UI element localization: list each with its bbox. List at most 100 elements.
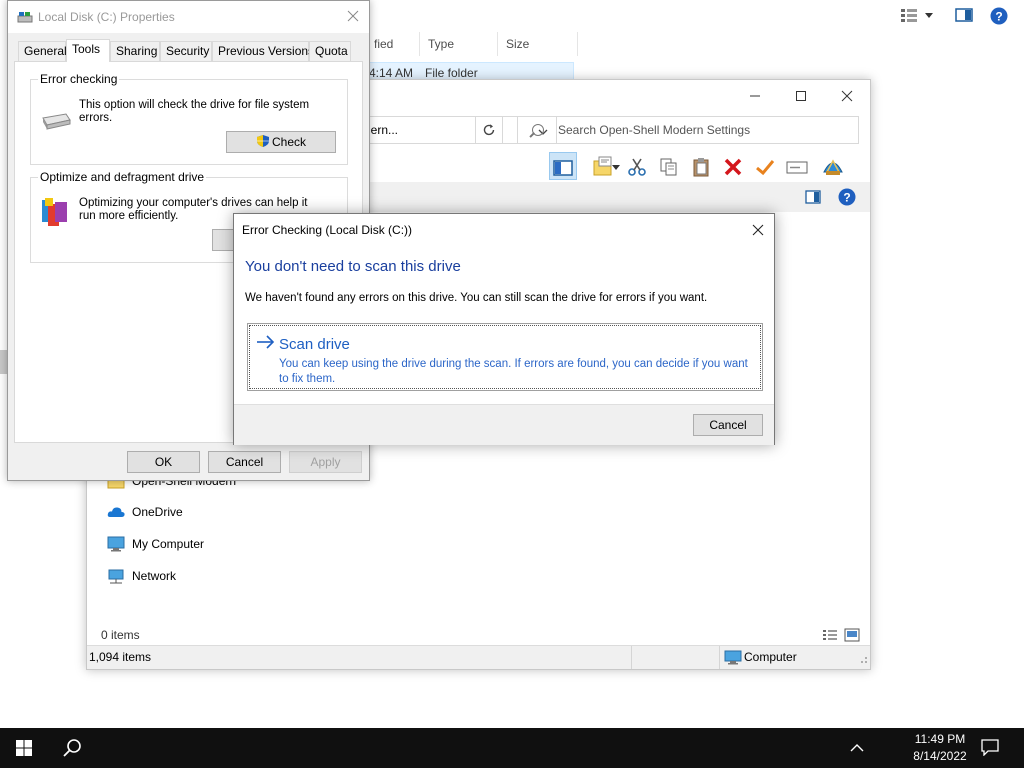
copy-icon [660, 158, 677, 176]
defrag-icon [39, 196, 71, 231]
refresh-icon [483, 124, 495, 136]
command-link-focus-rect: Scan drive You can keep using the drive … [249, 325, 761, 389]
cut-button[interactable] [623, 152, 651, 180]
rename-icon [786, 161, 808, 174]
error-dialog-heading: You don't need to scan this drive [245, 258, 461, 275]
scissors-icon [628, 158, 646, 177]
properties-title: Local Disk (C:) Properties [38, 10, 175, 24]
tab-sharing[interactable]: Sharing [110, 41, 160, 61]
details-pane-icon[interactable] [805, 190, 821, 207]
row-modified: 4:14 AM [369, 66, 414, 80]
close-icon [752, 224, 764, 236]
computer-icon [107, 536, 125, 552]
rename-button[interactable] [783, 152, 811, 180]
action-center-icon[interactable] [980, 738, 1000, 757]
apply-check-button[interactable] [751, 152, 779, 180]
triangle-down-icon [612, 165, 620, 171]
scan-drive-description: You can keep using the drive during the … [279, 358, 748, 385]
nav-item-onedrive[interactable]: OneDrive [107, 501, 183, 523]
column-header-type[interactable]: Type [420, 32, 498, 56]
cancel-button[interactable]: Cancel [208, 451, 281, 473]
large-icons-view-icon[interactable] [844, 628, 860, 645]
tab-general[interactable]: General [18, 41, 67, 61]
search-icon [532, 124, 544, 136]
view-options-icon[interactable] [900, 7, 918, 23]
items-count: 0 items [101, 628, 140, 642]
status-location-label: Computer [744, 650, 797, 664]
open-shell-shell-icon [823, 159, 843, 176]
properties-close-button[interactable] [337, 1, 369, 33]
windows-logo-icon [16, 740, 32, 756]
help-icon[interactable]: ? [838, 188, 856, 209]
svg-text:?: ? [995, 10, 1002, 24]
show-hidden-icons-chevron-icon[interactable] [848, 740, 866, 756]
view-dropdown-icon[interactable] [924, 7, 934, 23]
properties-title-bar: Local Disk (C:) Properties [8, 1, 369, 33]
nav-item-network[interactable]: Network [107, 565, 176, 587]
taskbar-clock[interactable]: 11:49 PM 8/14/2022 [900, 731, 980, 765]
arrow-right-icon [256, 334, 276, 353]
network-icon [107, 568, 125, 584]
scan-drive-title: Scan drive [279, 336, 350, 353]
nav-label: Network [132, 569, 177, 583]
uac-shield-icon [256, 135, 269, 147]
search-icon [63, 739, 81, 757]
tab-security[interactable]: Security [160, 41, 212, 61]
preview-pane-icon[interactable] [955, 7, 973, 23]
minimize-button[interactable] [732, 80, 778, 110]
refresh-button[interactable] [475, 116, 503, 144]
search-box[interactable]: Search Open-Shell Modern Settings [517, 116, 859, 144]
error-dialog-cancel-button[interactable]: Cancel [693, 414, 763, 436]
error-dialog-title: Error Checking (Local Disk (C:)) [242, 223, 413, 237]
row-type: File folder [425, 66, 478, 80]
tab-tools[interactable]: Tools [66, 39, 110, 62]
onedrive-cloud-icon [107, 504, 125, 520]
status-spacer [632, 646, 720, 669]
checkmark-icon [756, 160, 775, 176]
drive-icon [17, 10, 33, 24]
check-button[interactable]: Check [226, 131, 336, 153]
scan-drive-command-link[interactable]: Scan drive You can keep using the drive … [247, 323, 763, 391]
column-header-modified[interactable]: fied [366, 32, 420, 56]
apply-button[interactable]: Apply [289, 451, 362, 473]
navigation-pane-button[interactable] [549, 152, 577, 180]
navigation-pane-icon [553, 160, 573, 176]
clock-time: 11:49 PM [914, 732, 966, 746]
nav-item-my-computer[interactable]: My Computer [107, 533, 204, 555]
dropdown-arrow-button[interactable] [609, 152, 623, 180]
error-dialog-footer: Cancel [234, 404, 774, 445]
error-dialog-body: We haven't found any errors on this driv… [245, 292, 708, 304]
search-placeholder: Search Open-Shell Modern Settings [558, 123, 751, 137]
error-dialog-close-button[interactable] [742, 214, 774, 246]
details-view-icon[interactable] [822, 628, 838, 645]
svg-text:?: ? [843, 191, 850, 205]
start-button[interactable] [0, 728, 48, 768]
taskbar-search-button[interactable] [48, 728, 96, 768]
navigation-pane: Open-Shell Modern OneDrive My Computer N… [87, 470, 243, 630]
help-icon[interactable]: ? [990, 7, 1008, 25]
close-button[interactable] [824, 80, 870, 110]
hard-drive-icon [40, 108, 72, 135]
taskbar: 11:49 PM 8/14/2022 [0, 728, 1024, 768]
error-checking-label: Error checking [38, 72, 120, 86]
resize-grip-icon[interactable] [858, 653, 868, 667]
ok-button[interactable]: OK [127, 451, 200, 473]
error-dialog-title-bar: Error Checking (Local Disk (C:)) [234, 214, 774, 246]
column-header-size[interactable]: Size [498, 32, 578, 56]
maximize-button[interactable] [778, 80, 824, 110]
nav-label: OneDrive [132, 505, 183, 519]
error-checking-description: This option will check the drive for fil… [79, 99, 310, 124]
clock-date: 8/14/2022 [913, 749, 967, 763]
tab-previous-versions[interactable]: Previous Versions [212, 41, 314, 61]
computer-icon [724, 650, 742, 674]
close-icon [347, 10, 359, 22]
status-item-count: 1,094 items [87, 646, 632, 669]
tab-quota[interactable]: Quota [309, 41, 351, 61]
paste-button[interactable] [687, 152, 715, 180]
error-checking-group: Error checking This option will check th… [30, 72, 348, 165]
copy-button[interactable] [655, 152, 683, 180]
open-shell-button[interactable] [819, 152, 847, 180]
settings-toolbar [549, 152, 869, 182]
view-toggle-group [822, 628, 862, 644]
delete-button[interactable] [719, 152, 747, 180]
